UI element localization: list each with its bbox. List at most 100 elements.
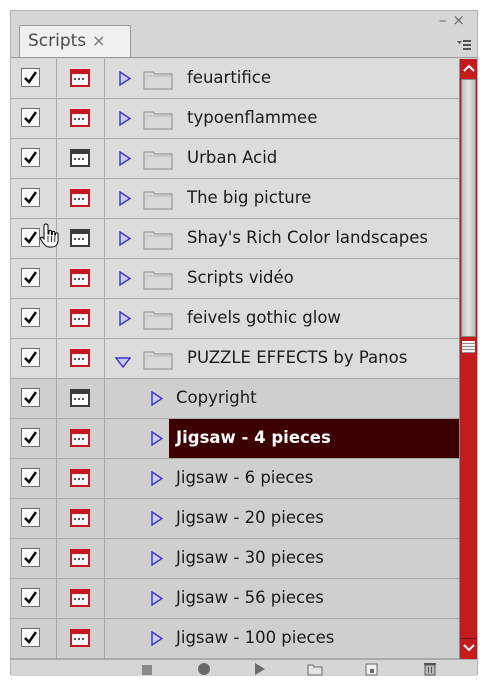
vertical-scrollbar[interactable]	[459, 59, 477, 659]
expand-triangle-icon[interactable]	[151, 510, 164, 530]
checkbox-icon[interactable]	[21, 468, 40, 487]
list-item-label: PUZZLE EFFECTS by Panos	[187, 348, 408, 367]
list-item[interactable]: The big picture	[11, 179, 459, 219]
scroll-up-button[interactable]	[460, 59, 477, 80]
toggle-cell	[11, 579, 57, 618]
list-item[interactable]: Jigsaw - 30 pieces	[11, 539, 459, 579]
dialog-toggle-icon[interactable]	[70, 229, 90, 247]
checkbox-icon[interactable]	[21, 308, 40, 327]
checkbox-icon[interactable]	[21, 628, 40, 647]
folder-icon	[143, 148, 173, 174]
list-item[interactable]: Jigsaw - 20 pieces	[11, 499, 459, 539]
scroll-down-button[interactable]	[460, 638, 477, 659]
dialog-cell	[57, 539, 105, 578]
list-item[interactable]: Jigsaw - 6 pieces	[11, 459, 459, 499]
folder-icon	[143, 268, 173, 294]
list-item[interactable]: Urban Acid	[11, 139, 459, 179]
dialog-cell	[57, 179, 105, 218]
list-item[interactable]: typoenflammee	[11, 99, 459, 139]
new-action-icon[interactable]	[365, 661, 379, 680]
list-item-label: Urban Acid	[187, 148, 278, 167]
record-icon[interactable]	[197, 661, 211, 680]
folder-icon	[143, 228, 173, 254]
checkbox-icon[interactable]	[21, 68, 40, 87]
expand-triangle-icon[interactable]	[119, 70, 132, 90]
expand-triangle-icon[interactable]	[151, 590, 164, 610]
list-item[interactable]: Shay's Rich Color landscapes	[11, 219, 459, 259]
checkbox-icon[interactable]	[21, 348, 40, 367]
dialog-toggle-icon[interactable]	[70, 189, 90, 207]
new-set-icon[interactable]	[307, 661, 323, 680]
folder-icon	[143, 108, 173, 134]
scripts-panel: –× Scripts × feuartifice typoenflammee Urba…	[10, 10, 478, 676]
list-item-label: Jigsaw - 4 pieces	[176, 428, 331, 447]
list-item[interactable]: Scripts vidéo	[11, 259, 459, 299]
toggle-cell	[11, 379, 57, 418]
dialog-toggle-icon[interactable]	[70, 429, 90, 447]
dialog-toggle-icon[interactable]	[70, 589, 90, 607]
expand-triangle-icon[interactable]	[151, 470, 164, 490]
tab-scripts[interactable]: Scripts ×	[19, 25, 131, 57]
list-item[interactable]: Jigsaw - 100 pieces	[11, 619, 459, 659]
list-item-label: Copyright	[176, 388, 257, 407]
stop-icon[interactable]	[141, 661, 153, 680]
dialog-toggle-icon[interactable]	[70, 349, 90, 367]
checkbox-icon[interactable]	[21, 508, 40, 527]
checkbox-icon[interactable]	[21, 228, 40, 247]
expanded-triangle-icon[interactable]	[114, 353, 132, 372]
expand-triangle-icon[interactable]	[119, 110, 132, 130]
checkbox-icon[interactable]	[21, 428, 40, 447]
toggle-cell	[11, 179, 57, 218]
expand-triangle-icon[interactable]	[151, 550, 164, 570]
list-item[interactable]: PUZZLE EFFECTS by Panos	[11, 339, 459, 379]
dialog-toggle-icon[interactable]	[70, 269, 90, 287]
expand-triangle-icon[interactable]	[119, 230, 132, 250]
list-item-label: The big picture	[187, 188, 312, 207]
play-icon[interactable]	[253, 661, 267, 680]
dialog-cell	[57, 459, 105, 498]
tab-close-icon[interactable]: ×	[92, 31, 105, 50]
dialog-toggle-icon[interactable]	[70, 469, 90, 487]
expand-triangle-icon[interactable]	[151, 430, 164, 450]
dialog-cell	[57, 379, 105, 418]
expand-triangle-icon[interactable]	[151, 390, 164, 410]
dialog-toggle-icon[interactable]	[70, 629, 90, 647]
expand-triangle-icon[interactable]	[119, 310, 132, 330]
list-item-label: Jigsaw - 56 pieces	[176, 588, 324, 607]
folder-icon	[143, 68, 173, 94]
scroll-grip-icon	[462, 341, 475, 353]
checkbox-icon[interactable]	[21, 388, 40, 407]
folder-icon	[143, 188, 173, 214]
dialog-toggle-icon[interactable]	[70, 509, 90, 527]
dialog-toggle-icon[interactable]	[70, 109, 90, 127]
scroll-thumb[interactable]	[461, 79, 476, 337]
toggle-cell	[11, 499, 57, 538]
checkbox-icon[interactable]	[21, 268, 40, 287]
dialog-toggle-icon[interactable]	[70, 149, 90, 167]
list-item[interactable]: feivels gothic glow	[11, 299, 459, 339]
checkbox-icon[interactable]	[21, 108, 40, 127]
list-item[interactable]: Copyright	[11, 379, 459, 419]
expand-triangle-icon[interactable]	[119, 150, 132, 170]
list-item[interactable]: feuartifice	[11, 59, 459, 99]
dialog-cell	[57, 259, 105, 298]
checkbox-icon[interactable]	[21, 188, 40, 207]
list-item[interactable]: Jigsaw - 4 pieces	[11, 419, 459, 459]
dialog-toggle-icon[interactable]	[70, 309, 90, 327]
delete-icon[interactable]	[423, 661, 437, 680]
checkbox-icon[interactable]	[21, 148, 40, 167]
dialog-cell	[57, 59, 105, 98]
toggle-cell	[11, 459, 57, 498]
expand-triangle-icon[interactable]	[119, 270, 132, 290]
actions-list: feuartifice typoenflammee Urban Acid The bi…	[11, 59, 459, 659]
expand-triangle-icon[interactable]	[119, 190, 132, 210]
expand-triangle-icon[interactable]	[151, 630, 164, 650]
dialog-toggle-icon[interactable]	[70, 549, 90, 567]
checkbox-icon[interactable]	[21, 548, 40, 567]
dialog-toggle-icon[interactable]	[70, 69, 90, 87]
panel-menu-icon[interactable]	[457, 39, 471, 53]
checkbox-icon[interactable]	[21, 588, 40, 607]
list-item[interactable]: Jigsaw - 56 pieces	[11, 579, 459, 619]
dialog-toggle-icon[interactable]	[70, 389, 90, 407]
list-item-label: Jigsaw - 6 pieces	[176, 468, 314, 487]
